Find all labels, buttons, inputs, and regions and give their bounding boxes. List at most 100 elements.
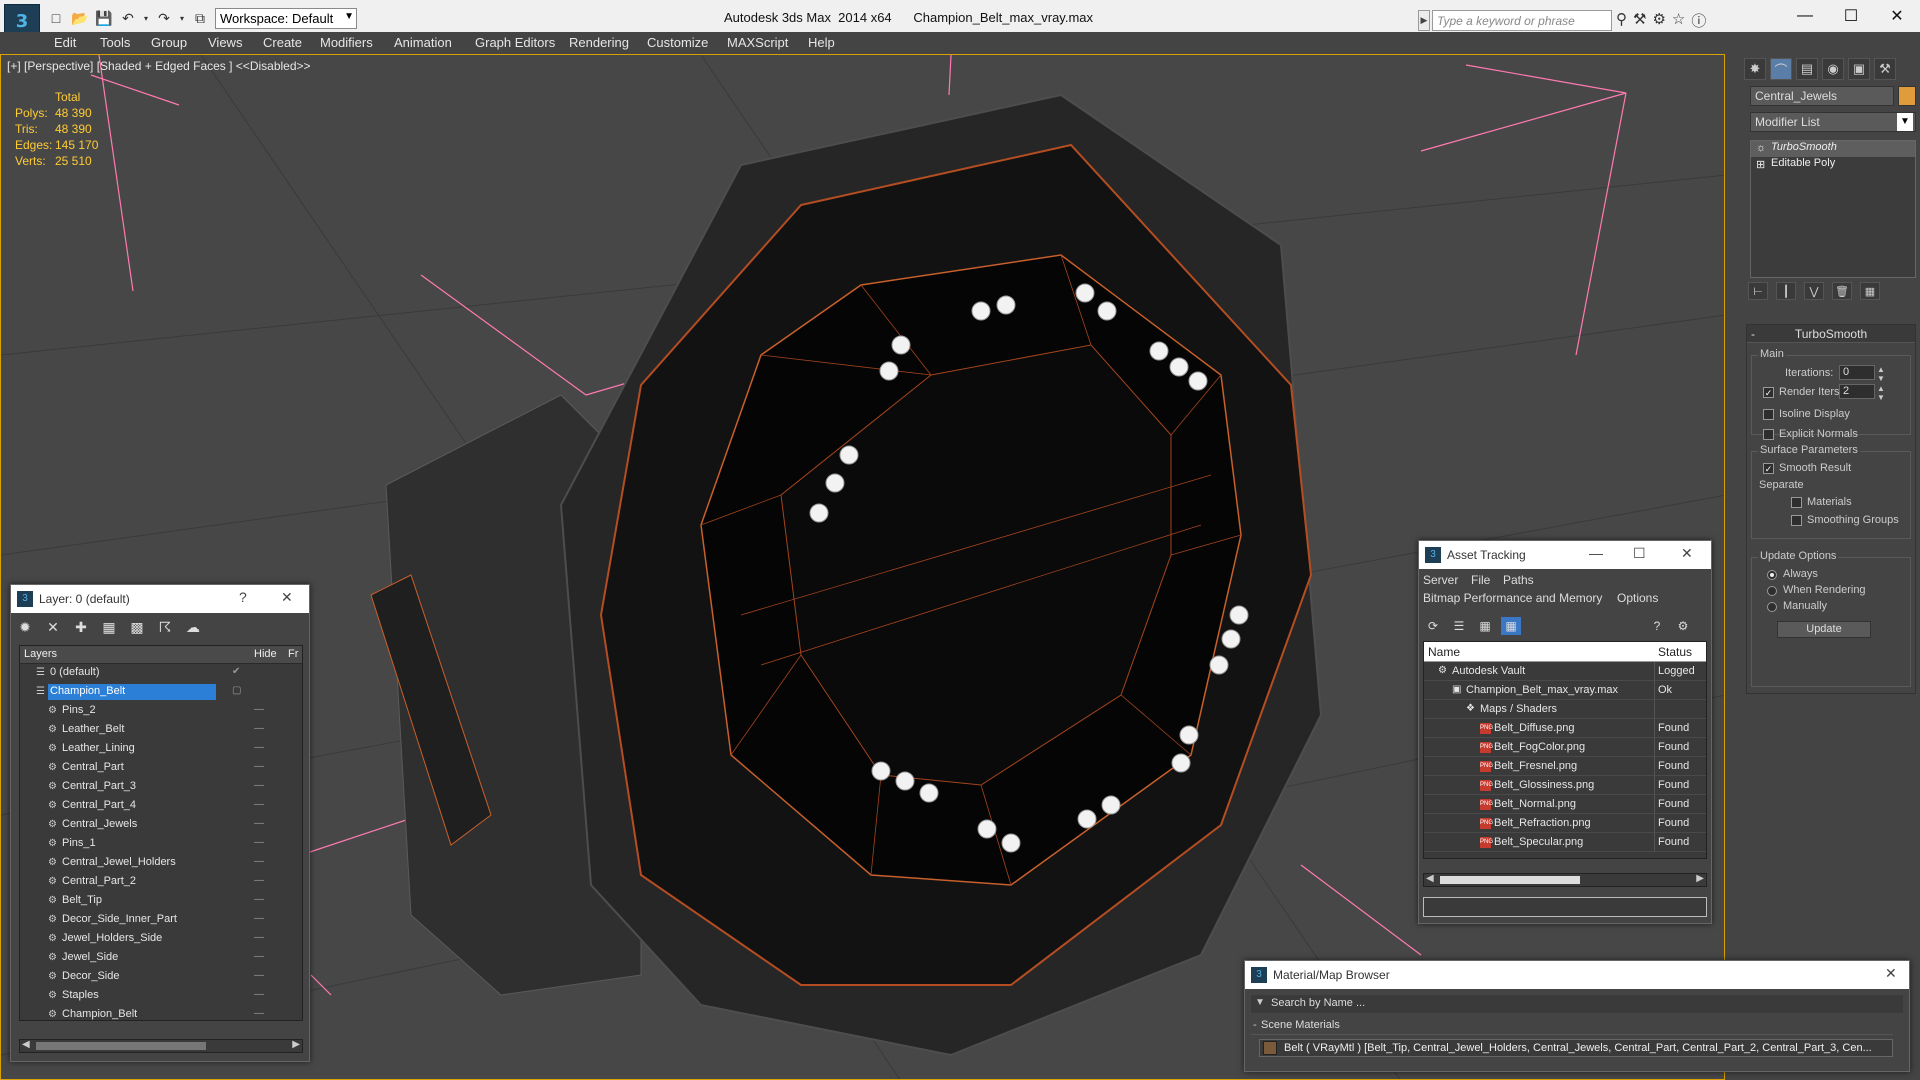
maximize-button[interactable]: ☐ [1828,0,1874,32]
pin-stack-icon[interactable]: ⊢ [1748,282,1768,300]
new-file-icon[interactable]: □ [46,8,66,28]
menu-edit[interactable]: Edit [54,35,76,50]
asset-row[interactable]: PNG Belt_Refraction.png Found [1424,814,1706,833]
expand-plus-icon[interactable]: ⊞ [1756,158,1765,171]
utilities-tab-icon[interactable]: ⚒ [1874,58,1896,80]
menu-tools[interactable]: Tools [100,35,130,50]
layer-row[interactable]: ⚙ Central_Part_3 — [20,778,302,797]
active-layer-check-icon[interactable]: ✔ [232,666,240,677]
maximize-icon[interactable]: ☐ [1633,545,1646,562]
minimize-button[interactable]: — [1782,0,1828,32]
hide-toggle[interactable]: — [254,970,264,981]
layer-row[interactable]: ⚙ Pins_2 — [20,702,302,721]
menu-modifiers[interactable]: Modifiers [320,35,373,50]
list-view-icon[interactable]: ☰ [1449,617,1469,635]
configure-sets-icon[interactable]: ▦ [1860,282,1880,300]
scroll-left-icon[interactable]: ◀ [1426,873,1434,884]
stack-item-turbosmooth[interactable]: ☼ TurboSmooth [1751,141,1915,157]
render-iters-spinner[interactable]: 2 [1839,384,1875,399]
help-icon[interactable]: ⓘ [1691,10,1706,31]
hide-toggle[interactable]: — [254,761,264,772]
create-layer-icon[interactable]: ✹ [15,617,35,637]
hide-toggle[interactable]: — [254,704,264,715]
layer-row[interactable]: ⚙ Decor_Side_Inner_Part — [20,911,302,930]
asset-row[interactable]: ▣ Champion_Belt_max_vray.max Ok [1424,681,1706,700]
undo-dropdown-icon[interactable]: ▾ [142,8,150,28]
menu-maxscript[interactable]: MAXScript [727,35,788,50]
undo-icon[interactable]: ↶ [118,8,138,28]
smoothing-groups-checkbox[interactable] [1791,515,1802,526]
at-menu-file[interactable]: File [1471,573,1490,587]
lightbulb-icon[interactable]: ☼ [1756,142,1766,154]
layer-row[interactable]: ⚙ Decor_Side — [20,968,302,987]
layer-horizontal-scrollbar[interactable]: ◀ ▶ [19,1039,303,1053]
collapse-icon[interactable]: - [1253,1019,1257,1031]
asset-row[interactable]: PNG Belt_Glossiness.png Found [1424,776,1706,795]
materials-checkbox[interactable] [1791,497,1802,508]
hide-toggle[interactable]: — [254,856,264,867]
spinner-arrows-icon[interactable]: ▲ ▼ [1877,384,1885,402]
iterations-spinner[interactable]: 0 [1839,365,1875,380]
material-browser-titlebar[interactable]: 3 Material/Map Browser ✕ [1245,961,1909,989]
motion-tab-icon[interactable]: ◉ [1822,58,1844,80]
hide-toggle[interactable]: — [254,799,264,810]
scrollbar-thumb[interactable] [36,1042,206,1050]
search-input[interactable]: Type a keyword or phrase [1432,10,1612,31]
remove-modifier-icon[interactable]: 🗑 [1832,282,1852,300]
update-when-rendering-radio[interactable] [1767,586,1777,596]
hide-toggle[interactable]: — [254,951,264,962]
set-current-layer-icon[interactable]: ☈ [155,617,175,637]
at-menu-options[interactable]: Options [1617,591,1658,605]
isoline-display-checkbox[interactable] [1763,409,1774,420]
close-icon[interactable]: ✕ [281,589,293,606]
redo-icon[interactable]: ↷ [154,8,174,28]
display-tab-icon[interactable]: ▣ [1848,58,1870,80]
hide-toggle[interactable]: — [254,837,264,848]
scroll-left-icon[interactable]: ◀ [22,1039,30,1050]
close-button[interactable]: ✕ [1874,0,1920,32]
col-name[interactable]: Name [1428,645,1460,659]
open-file-icon[interactable]: 📂 [70,8,90,28]
asset-row[interactable]: PNG Belt_Diffuse.png Found [1424,719,1706,738]
layer-row[interactable]: ⚙ Central_Jewel_Holders — [20,854,302,873]
material-entry-belt[interactable]: Belt ( VRayMtl ) [Belt_Tip, Central_Jewe… [1259,1039,1893,1057]
at-menu-server[interactable]: Server [1423,573,1458,587]
layer-row[interactable]: ⚙ Jewel_Side — [20,949,302,968]
col-status[interactable]: Status [1658,645,1692,659]
at-menu-bitmap-performance[interactable]: Bitmap Performance and Memory [1423,591,1602,605]
asset-row[interactable]: ❖ Maps / Shaders [1424,700,1706,719]
asset-row[interactable]: PNG Belt_FogColor.png Found [1424,738,1706,757]
scroll-right-icon[interactable]: ▶ [292,1039,300,1050]
workspace-dropdown[interactable]: Workspace: Default ▼ [215,8,357,29]
modifier-list-dropdown[interactable]: Modifier List ▼ [1750,112,1916,132]
layer-row[interactable]: ⚙ Central_Jewels — [20,816,302,835]
col-hide[interactable]: Hide [254,648,277,660]
help-button[interactable]: ? [239,589,247,605]
update-manually-radio[interactable] [1767,602,1777,612]
minimize-icon[interactable]: — [1589,545,1603,561]
layer-row[interactable]: ⚙ Central_Part_2 — [20,873,302,892]
update-always-radio[interactable] [1767,570,1777,580]
close-icon[interactable]: ✕ [1885,965,1897,982]
asset-row[interactable]: PNG Belt_Fresnel.png Found [1424,757,1706,776]
object-color-swatch[interactable] [1898,86,1916,106]
layer-row[interactable]: ⚙ Central_Part_4 — [20,797,302,816]
hide-toggle[interactable]: — [254,894,264,905]
hide-toggle[interactable]: — [254,875,264,886]
show-end-result-icon[interactable]: ┃ [1776,282,1796,300]
asset-row[interactable]: ⚙ Autodesk Vault Logged [1424,662,1706,681]
create-tab-icon[interactable]: ✸ [1744,58,1766,80]
help-icon[interactable]: ? [1647,617,1667,635]
col-freeze[interactable]: Fr [288,648,298,660]
hide-toggle[interactable]: — [254,1008,264,1019]
thumbnail-view-icon[interactable]: ▦ [1475,617,1495,635]
add-to-layer-icon[interactable]: ✚ [71,617,91,637]
asset-tracking-titlebar[interactable]: 3 Asset Tracking — ☐ ✕ [1419,541,1711,569]
asset-path-field[interactable] [1423,897,1707,917]
asset-horizontal-scrollbar[interactable]: ◀ ▶ [1423,873,1707,887]
hide-toggle[interactable]: — [254,913,264,924]
menu-customize[interactable]: Customize [647,35,708,50]
menu-graph-editors[interactable]: Graph Editors [475,35,555,50]
hide-toggle[interactable]: — [254,780,264,791]
col-layers[interactable]: Layers [24,648,57,660]
